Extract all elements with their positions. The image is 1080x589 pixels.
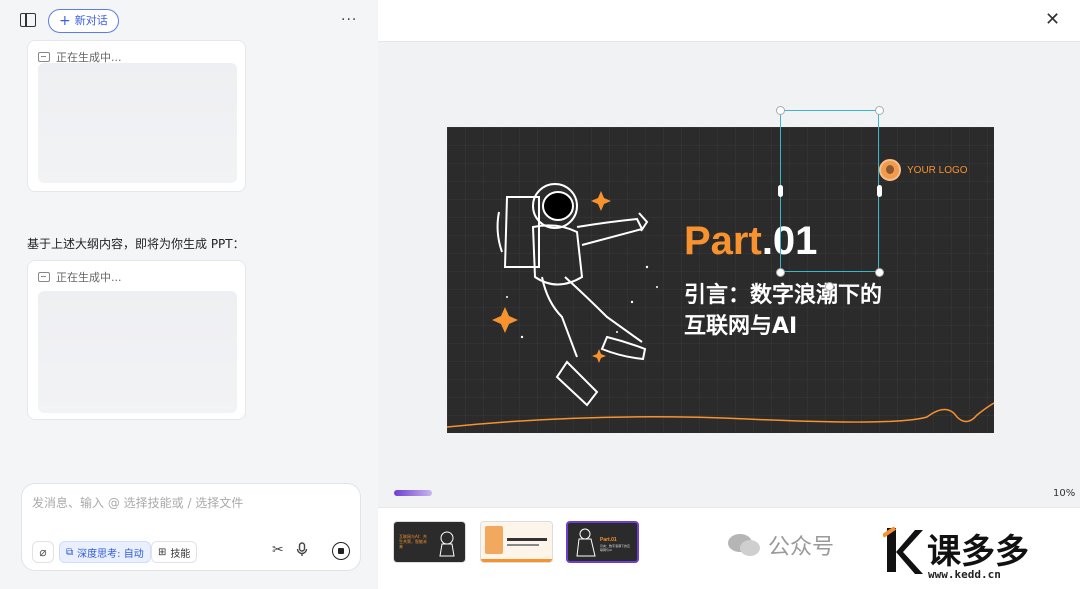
sidebar-toggle-icon[interactable] [20, 13, 36, 27]
skill-icon: ⊞ [158, 546, 167, 558]
side-resize-handle[interactable] [778, 185, 783, 197]
thumbnail-title: 互联网与AI：共生共荣，智能未来 [399, 534, 427, 549]
image-icon [38, 52, 50, 62]
resize-handle[interactable] [875, 106, 884, 115]
assistant-message: 基于上述大纲内容，即将为你生成 PPT： [27, 237, 245, 251]
chat-panel: + 新对话 ··· 正在生成中... 基于上述大纲内容，即将为你生成 PPT： … [0, 0, 378, 589]
deep-think-label: 深度思考: 自动 [77, 548, 144, 560]
rotate-handle[interactable] [825, 282, 834, 291]
stop-generating-button[interactable] [332, 542, 350, 560]
slide-canvas[interactable]: YOUR LOGO Part.01 引言：数字浪潮下的 互联网与AI [447, 127, 994, 433]
generation-progress-bar [394, 490, 432, 496]
new-chat-label: 新对话 [74, 14, 108, 27]
slide-subtitle[interactable]: 引言：数字浪潮下的 互联网与AI [684, 280, 944, 342]
side-resize-handle[interactable] [877, 185, 882, 197]
resize-handle[interactable] [776, 106, 785, 115]
message-input[interactable] [32, 492, 332, 514]
slide-thumbnail-3-selected[interactable]: Part.01 引言：数字浪潮下的互联网与AI [566, 521, 639, 563]
attach-icon[interactable]: ⌀ [32, 541, 54, 563]
deep-think-button[interactable]: ⧉ 深度思考: 自动 [59, 541, 151, 563]
microphone-icon[interactable] [296, 542, 308, 561]
slide-thumbnail-2[interactable] [480, 521, 553, 563]
thumbnail-line [507, 544, 539, 546]
resize-handle[interactable] [875, 268, 884, 277]
plus-icon: + [59, 13, 71, 29]
logo-text: YOUR LOGO [907, 164, 968, 176]
brand-logo-icon [883, 526, 923, 574]
thumbnail-footer-bar [481, 559, 552, 562]
new-chat-button[interactable]: + 新对话 [48, 9, 119, 33]
thumbnail-subtitle: 引言：数字浪潮下的互联网与AI [600, 544, 631, 552]
part-prefix: Part [684, 219, 762, 263]
thumbnail-astronaut [439, 531, 455, 557]
logo-avatar [879, 159, 901, 181]
thumbnail-line [507, 538, 547, 541]
progress-percent: 10% [1053, 488, 1076, 499]
generating-status-text: 正在生成中... [56, 271, 122, 284]
skill-label: 技能 [170, 548, 191, 560]
thumbnail-astronaut [576, 528, 596, 557]
subtitle-line-2: 互联网与AI [684, 314, 798, 339]
generating-card: 正在生成中... [27, 40, 246, 192]
brand-name: 课多多 [927, 532, 1029, 572]
more-options-icon[interactable]: ··· [341, 12, 357, 28]
generating-card: 正在生成中... [27, 260, 246, 420]
preview-header: ✕ [378, 0, 1080, 42]
skill-button[interactable]: ⊞ 技能 [151, 541, 198, 563]
scissors-icon[interactable]: ✂ [272, 542, 284, 558]
resize-handle[interactable] [776, 268, 785, 277]
brand-url: www.kedd.cn [928, 568, 1001, 581]
wechat-icon [728, 534, 760, 556]
subtitle-line-1: 引言：数字浪潮下的 [684, 283, 883, 308]
image-icon [38, 272, 50, 282]
loading-placeholder [38, 291, 237, 413]
deep-think-icon: ⧉ [66, 546, 74, 558]
slide-thumbnail-1[interactable]: 互联网与AI：共生共荣，智能未来 [393, 521, 466, 563]
thumbnail-title: Part.01 [600, 537, 617, 543]
watermark-text: 公众号 [768, 535, 835, 560]
generating-status: 正在生成中... [38, 269, 122, 285]
close-icon[interactable]: ✕ [1045, 9, 1060, 30]
chat-topbar: + 新对话 ··· [0, 0, 378, 42]
loading-placeholder [38, 63, 237, 183]
thumbnail-image-block [485, 526, 503, 554]
selection-box[interactable] [780, 110, 879, 272]
ppt-preview-panel: ✕ YOUR LOGO Part.01 引言：数字浪潮下的 互联网与AI 10% [378, 0, 1080, 589]
wechat-watermark: 公众号 [726, 529, 834, 561]
message-composer: ⌀ ⧉ 深度思考: 自动 ⊞ 技能 ✂ [21, 483, 361, 571]
logo: YOUR LOGO [879, 159, 968, 181]
